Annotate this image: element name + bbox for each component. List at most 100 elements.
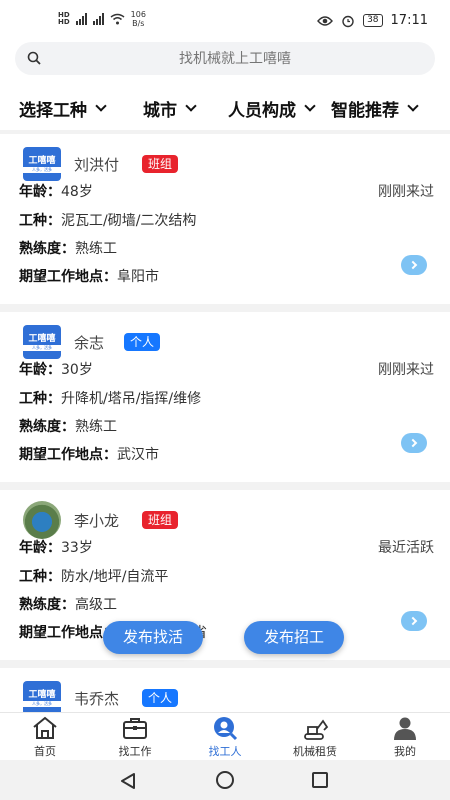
search-icon (27, 51, 41, 65)
worker-card[interactable]: 李小龙 班组 年龄：33岁 最近活跃 工种：防水/地坪/自流平 熟练度：高级工 … (0, 490, 450, 660)
age-label: 年龄： (19, 184, 61, 200)
filter-label: 人员构成 (228, 101, 296, 121)
filter-label: 选择工种 (19, 101, 87, 121)
alarm-icon (342, 15, 354, 27)
worker-list: 工嘻嘻 人多，活多 刘洪付 班组 年龄：48岁 刚刚来过 工种：泥瓦工/砌墙/二… (0, 130, 450, 712)
trade-label: 工种： (19, 569, 61, 585)
tab-profile[interactable]: 我的 (370, 715, 440, 759)
logo-text: 工嘻嘻 (28, 333, 56, 344)
trade-value: 防水/地坪/自流平 (61, 569, 169, 585)
chevron-down-icon (185, 100, 197, 112)
age-label: 年龄： (19, 362, 61, 378)
search-area (0, 40, 450, 84)
location-label: 期望工作地点： (19, 269, 117, 285)
activity-status: 刚刚来过 (378, 362, 434, 378)
location-label: 期望工作地点： (19, 447, 117, 463)
location-value: 阜阳市 (117, 269, 159, 285)
battery-icon: 38 (363, 14, 383, 27)
excavator-icon (304, 719, 329, 740)
worker-name: 刘洪付 (74, 156, 120, 174)
worker-card[interactable]: 工嘻嘻 人多，活多 余志 个人 年龄：30岁 刚刚来过 工种：升降机/塔吊/指挥… (0, 312, 450, 482)
location-value: 武汉市 (117, 447, 159, 463)
skill-label: 熟练度： (19, 597, 75, 613)
status-badge: 个人 (142, 689, 179, 707)
hd-icon: HD HD (58, 11, 70, 26)
trade-value: 升降机/塔吊/指挥/维修 (61, 391, 202, 407)
chevron-right-icon[interactable] (401, 433, 427, 453)
chevron-right-icon[interactable] (401, 255, 427, 275)
filter-smart-sort[interactable]: 智能推荐 (331, 96, 419, 121)
avatar: 工嘻嘻 人多，活多 (23, 681, 61, 712)
worker-name: 李小龙 (74, 512, 120, 530)
trade-label: 工种： (19, 391, 61, 407)
tab-label: 机械租赁 (293, 745, 337, 758)
post-hiring-button[interactable]: 发布招工 (244, 621, 345, 654)
chevron-down-icon (304, 100, 316, 112)
activity-status: 最近活跃 (378, 540, 434, 556)
tab-label: 我的 (394, 745, 416, 758)
filter-label: 城市 (143, 101, 177, 121)
skill-label: 熟练度： (19, 419, 75, 435)
location-row: 期望工作地点：武汉市 (19, 444, 159, 464)
trade-row: 工种：防水/地坪/自流平 (19, 566, 168, 586)
filter-trade[interactable]: 选择工种 (19, 96, 107, 121)
skill-row: 熟练度：高级工 (19, 594, 117, 614)
find-worker-icon (214, 717, 238, 741)
skill-label: 熟练度： (19, 241, 75, 257)
status-badge: 班组 (142, 511, 179, 529)
skill-value: 熟练工 (75, 419, 117, 435)
age-row: 年龄：33岁 (19, 537, 93, 557)
activity-status: 刚刚来过 (378, 184, 434, 200)
status-icons-right: 38 17:11 (317, 13, 428, 28)
location-row: 期望工作地点：阜阳市 (19, 266, 159, 286)
signal-icon (75, 13, 87, 25)
worker-card[interactable]: 工嘻嘻 人多，活多 刘洪付 班组 年龄：48岁 刚刚来过 工种：泥瓦工/砌墙/二… (0, 134, 450, 304)
avatar (23, 501, 61, 539)
post-job-search-button[interactable]: 发布找活 (103, 621, 204, 654)
trade-label: 工种： (19, 213, 61, 229)
trade-row: 工种：泥瓦工/砌墙/二次结构 (19, 210, 196, 230)
chevron-right-icon[interactable] (401, 611, 427, 631)
tab-label: 首页 (34, 745, 56, 758)
logo-slogan: 人多，活多 (23, 700, 61, 707)
age-value: 30岁 (61, 362, 93, 378)
status-icons-left: HD HD 106 B/s (58, 10, 146, 28)
back-icon[interactable] (119, 772, 137, 790)
skill-row: 熟练度：熟练工 (19, 416, 117, 436)
tab-home[interactable]: 首页 (10, 715, 80, 759)
logo-text: 工嘻嘻 (28, 155, 56, 166)
skill-row: 熟练度：熟练工 (19, 238, 117, 258)
tab-machine-rental[interactable]: 机械租赁 (280, 715, 350, 759)
signal-icon (92, 13, 104, 25)
trade-row: 工种：升降机/塔吊/指挥/维修 (19, 388, 201, 408)
logo-slogan: 人多，活多 (23, 344, 61, 351)
filter-bar: 选择工种 城市 人员构成 智能推荐 (0, 84, 450, 130)
clock: 17:11 (390, 13, 428, 28)
age-row: 年龄：48岁 (19, 181, 93, 201)
tab-label: 找工人 (208, 745, 242, 758)
chevron-down-icon (95, 100, 107, 112)
logo-text: 工嘻嘻 (28, 689, 56, 700)
recent-apps-icon[interactable] (312, 772, 328, 788)
status-bar: HD HD 106 B/s 38 17:11 (0, 0, 450, 40)
worker-card[interactable]: 工嘻嘻 人多，活多 韦乔杰 个人 (0, 668, 450, 712)
wifi-icon (110, 13, 125, 25)
filter-city[interactable]: 城市 (143, 96, 197, 121)
home-circle-icon[interactable] (216, 771, 234, 789)
system-nav-bar (0, 760, 450, 800)
trade-value: 泥瓦工/砌墙/二次结构 (61, 213, 197, 229)
tab-find-worker[interactable]: 找工人 (190, 715, 260, 759)
filter-label: 智能推荐 (331, 101, 399, 121)
briefcase-icon (123, 718, 147, 739)
tab-find-job[interactable]: 找工作 (100, 715, 170, 759)
skill-value: 高级工 (75, 597, 117, 613)
tab-label: 找工作 (118, 745, 152, 758)
bottom-tab-bar: 首页 找工作 找工人 机械租赁 我的 (0, 712, 450, 760)
worker-name: 余志 (74, 334, 105, 352)
chevron-down-icon (407, 100, 419, 112)
search-input[interactable] (15, 50, 435, 67)
status-badge: 个人 (124, 333, 161, 351)
search-bar[interactable] (15, 42, 435, 75)
filter-team-type[interactable]: 人员构成 (228, 96, 316, 121)
avatar: 工嘻嘻 人多，活多 (23, 147, 61, 181)
